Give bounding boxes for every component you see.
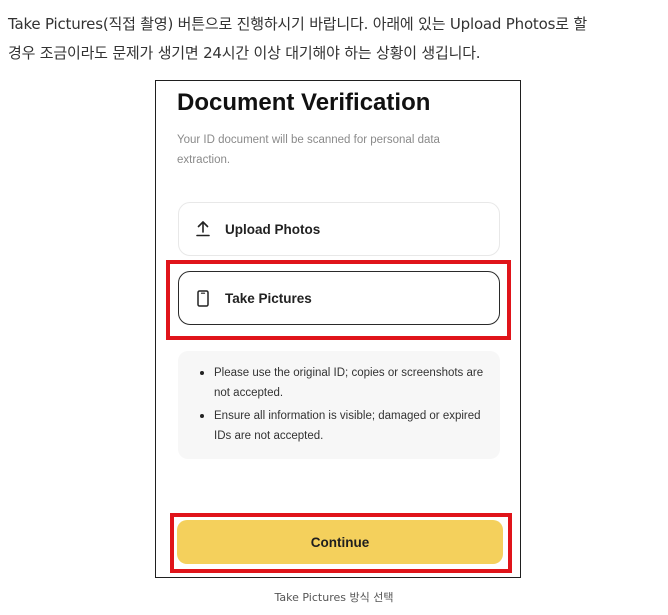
take-pictures-label: Take Pictures bbox=[225, 290, 312, 306]
phone-icon bbox=[195, 289, 211, 307]
upload-photos-option[interactable]: Upload Photos bbox=[178, 202, 500, 256]
take-pictures-option[interactable]: Take Pictures bbox=[178, 271, 500, 325]
continue-button[interactable]: Continue bbox=[177, 520, 503, 564]
intro-paragraph: Take Pictures(직접 촬영) 버튼으로 진행하시기 바랍니다. 아래… bbox=[8, 10, 660, 68]
upload-icon bbox=[195, 220, 211, 238]
screenshot-figure: Document Verification Your ID document w… bbox=[155, 80, 521, 578]
upload-photos-label: Upload Photos bbox=[225, 221, 321, 237]
intro-line-1: Take Pictures(직접 촬영) 버튼으로 진행하시기 바랍니다. 아래… bbox=[8, 15, 587, 33]
requirement-item: Ensure all information is visible; damag… bbox=[200, 406, 486, 446]
requirements-box: Please use the original ID; copies or sc… bbox=[178, 351, 500, 459]
requirement-item: Please use the original ID; copies or sc… bbox=[200, 363, 486, 403]
page-title: Document Verification bbox=[177, 89, 431, 116]
page-subtitle: Your ID document will be scanned for per… bbox=[177, 134, 440, 166]
figure-caption: Take Pictures 방식 선택 bbox=[274, 591, 394, 604]
intro-line-2: 경우 조금이라도 문제가 생기면 24시간 이상 대기해야 하는 상황이 생깁니… bbox=[8, 44, 481, 62]
